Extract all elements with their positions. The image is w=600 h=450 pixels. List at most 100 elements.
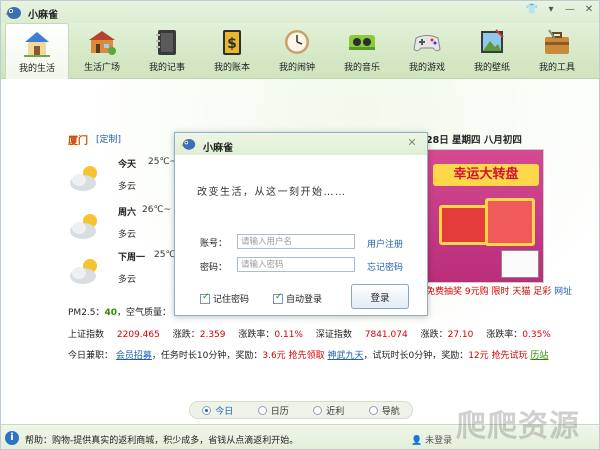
checkbox-checked-icon (200, 292, 210, 304)
customize-city-link[interactable]: [定制] (96, 132, 121, 145)
gamepad-icon (413, 35, 441, 52)
info-icon: i (5, 431, 19, 445)
web-nav-link[interactable]: 网址 (554, 287, 572, 297)
air-quality-label: ，空气质量： (117, 308, 172, 318)
ad-banner[interactable]: 幸运大转盘 (426, 149, 544, 283)
sz-rate-label: 涨跌率： (486, 330, 523, 340)
toolbar-item-my-music[interactable]: 我的音乐 (330, 23, 394, 79)
weather-day-label: 今天 (118, 160, 137, 170)
lottery-link[interactable]: 足彩 (533, 287, 551, 297)
app-title: 小麻雀 (28, 10, 58, 21)
sparrow-logo-icon (5, 7, 21, 19)
stock-line: 上证指数 2209.465 涨跌： 2.359 涨跌率： 0.11% 深证指数 78… (68, 327, 551, 340)
remember-password-checkbox[interactable]: 记住密码 (200, 292, 249, 305)
job-member-recruit-link[interactable]: 会员招募 (116, 351, 152, 361)
remember-password-label: 记住密码 (213, 295, 250, 305)
auto-login-label: 自动登录 (286, 295, 323, 305)
svg-text:$: $ (227, 36, 237, 52)
minimize-button[interactable]: — (562, 3, 578, 17)
forgot-password-link[interactable]: 忘记密码 (367, 260, 403, 273)
toolbar-item-my-alarm[interactable]: 我的闹钟 (265, 23, 329, 79)
weather-desc: 多云 (118, 182, 137, 192)
sz-index-value: 7841.074 (364, 330, 408, 340)
jobs-label: 今日兼职： (68, 351, 114, 361)
dialog-slogan: 改变生活，从这一刻开始…… (197, 187, 347, 198)
nine-yuan-link[interactable]: 9元购 (465, 287, 489, 297)
toolbar-item-my-ledger[interactable]: $ 我的账本 (200, 23, 264, 79)
ad-links: 免费抽奖 9元购 限时 天猫 足彩 网址 (426, 284, 572, 297)
menu-button[interactable]: ▾ (543, 3, 559, 17)
tab-navigation[interactable]: 导航 (357, 402, 413, 418)
ledger-icon: $ (223, 30, 241, 55)
tab-label: 近利 (326, 406, 345, 417)
toolbar-label: 生活广场 (83, 63, 120, 73)
toolbar-label: 我的记事 (148, 63, 185, 73)
job-reward: 12元 (468, 351, 489, 361)
toolbar-item-my-notes[interactable]: 我的记事 (135, 23, 199, 79)
login-button[interactable]: 登录 (351, 284, 409, 309)
history-link[interactable]: 历站 (530, 351, 548, 361)
try-now-link[interactable]: 抢先试玩 (492, 351, 528, 361)
tab-label: 日历 (270, 406, 289, 417)
auto-login-checkbox[interactable]: 自动登录 (273, 292, 322, 305)
weather-temp: 26℃~ (142, 205, 172, 215)
job-game-link[interactable]: 神武九天 (327, 351, 363, 361)
job-desc: ，试玩时长0分钟，奖励： (363, 351, 469, 361)
pm25-line: PM2.5：40，空气质量： (68, 305, 171, 318)
skin-button[interactable]: 👕 (524, 3, 540, 17)
pm25-label: PM2.5： (68, 308, 105, 318)
toolbar-item-my-games[interactable]: 我的游戏 (395, 23, 459, 79)
password-input[interactable] (237, 257, 355, 272)
job-reward: 3.6元 (262, 351, 286, 361)
weather-desc: 多云 (118, 230, 137, 240)
sz-change-label: 涨跌： (420, 330, 448, 340)
flash-sale-link[interactable]: 限时 (492, 287, 510, 297)
checkbox-checked-icon (273, 292, 283, 304)
tab-rebate[interactable]: 近利 (301, 402, 357, 418)
close-button[interactable]: ✕ (581, 3, 597, 17)
sh-rate-value: 0.11% (274, 330, 303, 340)
toolbar-item-my-tools[interactable]: 我的工具 (525, 23, 589, 79)
weather-day-label: 周六 (118, 208, 137, 218)
sh-change-value: 2.359 (199, 330, 226, 340)
music-icon (349, 35, 375, 50)
toolbar-item-life-plaza[interactable]: 生活广场 (70, 23, 134, 79)
clock-icon (285, 30, 309, 54)
ad-title: 幸运大转盘 (433, 164, 539, 186)
account-input[interactable] (237, 234, 355, 249)
sh-index-label: 上证指数 (68, 330, 105, 340)
free-lottery-link[interactable]: 免费抽奖 (426, 287, 462, 297)
partly-cloudy-icon (70, 259, 97, 284)
login-status[interactable]: 👤 未登录 (411, 433, 452, 446)
app-window: 小麻雀 👕 ▾ — ✕ 我的生活 生活广场 我的记事 $ 我的账本 我的闹钟 我… (0, 0, 600, 450)
login-dialog: 小麻雀 ✕ 改变生活，从这一刻开始…… 账号： 用户注册 密码： 忘记密码 记住… (174, 132, 428, 316)
weather-temp: 25℃ (154, 250, 176, 260)
user-icon: 👤 (411, 436, 423, 446)
toolbar-label: 我的工具 (538, 63, 575, 73)
toolbar-item-my-wallpaper[interactable]: 我的壁纸 (460, 23, 524, 79)
register-link[interactable]: 用户注册 (367, 237, 403, 250)
jobs-line: 今日兼职： 会员招募，任务时长10分钟，奖励：3.6元 抢先领取 神武九天，试玩… (68, 348, 548, 361)
dialog-close-button[interactable]: ✕ (403, 136, 421, 150)
tab-today[interactable]: 今日 (190, 402, 246, 418)
claim-now-link[interactable]: 抢先领取 (289, 351, 325, 361)
job-desc: ，任务时长10分钟，奖励： (151, 351, 263, 361)
title-bar: 小麻雀 👕 ▾ — ✕ (1, 1, 599, 23)
toolbar-label: 我的生活 (18, 64, 55, 74)
toolbar-label: 我的游戏 (408, 63, 445, 73)
toolbar-label: 我的闹钟 (278, 63, 315, 73)
wallpaper-icon (481, 29, 504, 53)
toolbar-item-my-life[interactable]: 我的生活 (5, 23, 69, 79)
weather-desc: 多云 (118, 275, 137, 285)
sz-index-label: 深证指数 (315, 330, 352, 340)
gift-box-icon (485, 198, 535, 246)
sh-index-value: 2209.465 (116, 330, 160, 340)
radio-icon (368, 405, 378, 415)
tmall-link[interactable]: 天猫 (512, 287, 530, 297)
pm25-value: 40 (104, 308, 118, 318)
tab-calendar[interactable]: 日历 (246, 402, 302, 418)
view-tabs: 今日 日历 近利 导航 (189, 401, 413, 419)
tablet-icon (501, 250, 539, 278)
house-icon (24, 32, 50, 57)
window-controls: 👕 ▾ — ✕ (524, 3, 597, 19)
